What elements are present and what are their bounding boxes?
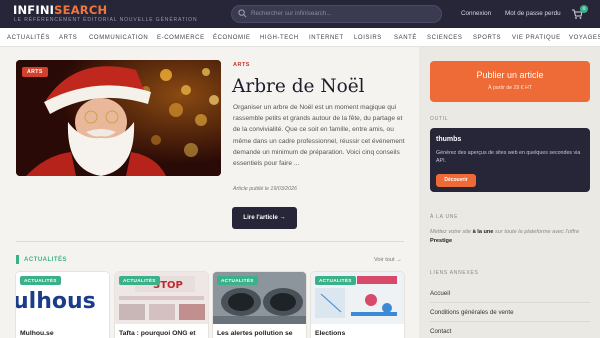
publish-title: Publier un article: [476, 70, 544, 80]
news-section-title: ACTUALITÉS: [24, 257, 67, 263]
category-nav: ACTUALITÉS ARTS COMMUNICATION E-COMMERCE…: [0, 28, 600, 47]
nav-item-e-commerce[interactable]: E-COMMERCE: [157, 34, 205, 42]
discover-button[interactable]: Découvrir: [436, 174, 476, 187]
forgot-password-link[interactable]: Mot de passe perdu: [505, 10, 561, 18]
publish-price: À partir de 29 € HT: [488, 85, 532, 91]
nav-item-voyages[interactable]: VOYAGES: [569, 34, 600, 42]
card-category-badge[interactable]: ACTUALITÉS: [119, 276, 160, 285]
see-all-link[interactable]: Voir tout →: [374, 256, 402, 264]
tool-description: Générez des aperçus de sites web en quel…: [436, 150, 581, 164]
card-category-badge[interactable]: ACTUALITÉS: [315, 276, 356, 285]
prestige-offer-link[interactable]: Prestige: [430, 238, 452, 244]
card-title[interactable]: Tafta : pourquoi ONG et: [119, 329, 207, 338]
santa-illustration: [16, 60, 221, 176]
top-header: INFINISEARCH LE RÉFÉRENCEMENT ÉDITORIAL …: [0, 0, 600, 28]
search-input[interactable]: Rechercher sur infinisearch...: [231, 5, 442, 23]
nav-item-high-tech[interactable]: HIGH-TECH: [260, 34, 299, 42]
links-section-label: LIENS ANNEXES: [430, 270, 479, 276]
nav-item-sante[interactable]: SANTÉ: [394, 34, 417, 42]
read-article-button[interactable]: Lire l'article →: [232, 207, 297, 229]
featured-image[interactable]: [16, 60, 221, 176]
sidebar-separator: [430, 302, 590, 303]
card-category-badge[interactable]: ACTUALITÉS: [20, 276, 61, 285]
site-logo[interactable]: INFINISEARCH: [13, 4, 107, 17]
login-link[interactable]: Connexion: [461, 10, 491, 18]
nav-item-loisirs[interactable]: LOISIRS: [354, 34, 382, 42]
news-card[interactable]: ulhous ACTUALITÉS Mulhou.se: [16, 272, 109, 338]
search-icon: [238, 9, 247, 18]
sidebar-link-accueil[interactable]: Accueil: [430, 290, 450, 298]
une-section-label: À LA UNE: [430, 214, 459, 220]
card-title[interactable]: Elections: [315, 329, 403, 338]
section-divider: [16, 241, 404, 242]
news-card[interactable]: STOP ACTUALITÉS Tafta : pourquoi ONG et: [115, 272, 208, 338]
card-category-badge[interactable]: ACTUALITÉS: [217, 276, 258, 285]
tool-card: thumbs Générez des aperçus de sites web …: [430, 128, 590, 192]
une-promo-text: Mettez votre site à la une sur toute la …: [430, 229, 580, 244]
sidebar-separator: [430, 321, 590, 322]
featured-pubdate: Article publié le 19/03/2026: [233, 186, 297, 192]
publish-article-button[interactable]: Publier un article À partir de 29 € HT: [430, 61, 590, 102]
tool-section-label: OUTIL: [430, 116, 449, 122]
nav-item-economie[interactable]: ÉCONOMIE: [213, 34, 250, 42]
featured-category-badge[interactable]: ARTS: [22, 67, 48, 77]
nav-item-communication[interactable]: COMMUNICATION: [89, 34, 148, 42]
featured-title[interactable]: Arbre de Noël: [232, 75, 365, 99]
site-tagline: LE RÉFÉRENCEMENT ÉDITORIAL NOUVELLE GÉNÉ…: [14, 17, 198, 23]
sidebar-link-contact[interactable]: Contact: [430, 328, 451, 336]
nav-item-sports[interactable]: SPORTS: [473, 34, 501, 42]
nav-item-internet[interactable]: INTERNET: [309, 34, 344, 42]
nav-item-vie-pratique[interactable]: VIE PRATIQUE: [512, 34, 561, 42]
search-placeholder: Rechercher sur infinisearch...: [251, 10, 332, 17]
cart-count-badge: 0: [580, 5, 588, 13]
section-accent-bar: [16, 255, 19, 264]
featured-category-label[interactable]: ARTS: [233, 62, 250, 69]
tool-name[interactable]: thumbs: [436, 135, 461, 144]
card-image-text: ulhous: [16, 289, 96, 314]
nav-item-actualites[interactable]: ACTUALITÉS: [7, 34, 50, 42]
nav-item-arts[interactable]: ARTS: [59, 34, 77, 42]
card-title[interactable]: Les alertes pollution se: [217, 329, 305, 338]
news-card[interactable]: ACTUALITÉS Les alertes pollution se: [213, 272, 306, 338]
nav-item-sciences[interactable]: SCIENCES: [427, 34, 462, 42]
featured-excerpt: Organiser un arbre de Noël est un moment…: [233, 104, 405, 168]
card-title[interactable]: Mulhou.se: [20, 329, 108, 338]
news-card[interactable]: ACTUALITÉS Elections: [311, 272, 404, 338]
sidebar-link-cgv[interactable]: Conditions générales de vente: [430, 309, 514, 317]
